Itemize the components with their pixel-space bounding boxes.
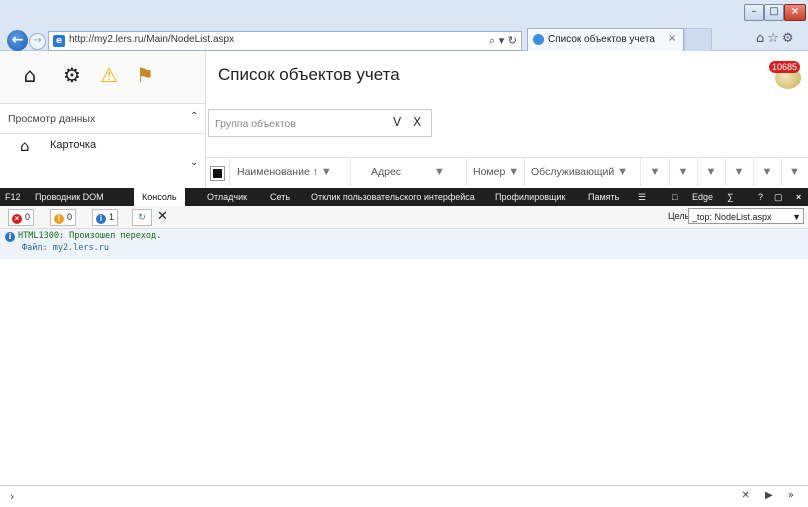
home-icon[interactable]: ⌂ xyxy=(18,63,42,87)
search-refresh-icons[interactable]: ⌕ ▾ ↻ xyxy=(489,34,517,48)
grid-header: Наименование ↑ ▼ Адрес ▼ Номер ▼ Обслужи… xyxy=(205,157,808,195)
console-message: i HTML1300: Произошел переход. Файл: my2… xyxy=(0,229,808,259)
notification-badge: 10685 xyxy=(769,61,801,73)
scroll-down-icon[interactable]: ⌄ xyxy=(190,157,198,168)
sort-asc-icon[interactable]: ↑ xyxy=(313,166,318,178)
sidebar-item-label: Карточка xyxy=(50,139,97,151)
tab-ui-responsiveness[interactable]: Отклик пользовательского интерфейса xyxy=(311,192,475,202)
home-favorites-settings-icons[interactable]: ⌂☆⚙ xyxy=(756,31,797,46)
address-bar[interactable]: e http://my2.lers.ru/Main/NodeList.aspx … xyxy=(48,31,522,51)
tab-favicon-icon xyxy=(533,34,544,45)
warning-icon[interactable]: ⚠ xyxy=(97,63,121,87)
console-input[interactable]: › ✕ ▶ » xyxy=(0,485,808,507)
column-label: Адрес xyxy=(371,166,402,178)
filter-icon[interactable]: ▼ xyxy=(669,158,698,186)
warning-icon: ! xyxy=(54,214,64,224)
column-label: Наименование xyxy=(237,166,310,178)
filter-icon[interactable]: ▼ xyxy=(697,158,726,186)
more-tabs-icon[interactable]: ☰ xyxy=(638,192,646,203)
tab-title: Список объектов учета xyxy=(548,34,655,45)
input-action-icons[interactable]: ✕ ▶ » xyxy=(741,490,800,501)
target-value: _top: NodeList.aspx xyxy=(692,212,772,222)
minimize-button[interactable]: – xyxy=(744,4,764,21)
maximize-button[interactable]: □ xyxy=(764,4,784,21)
page-favicon-icon: e xyxy=(53,35,65,47)
console-toolbar: × 0 ! 0 i1 ↻ ✕ Цель: _top: NodeList.aspx ▼ xyxy=(0,206,808,229)
browser-tab[interactable]: Список объектов учета × xyxy=(527,28,684,51)
help-icon[interactable]: ? xyxy=(758,192,763,202)
notifications[interactable]: 10685 xyxy=(769,61,803,91)
select-all-cell[interactable] xyxy=(205,158,230,186)
column-address[interactable]: Адрес ▼ xyxy=(351,158,467,186)
chevron-down-icon[interactable]: ▼ xyxy=(792,209,801,225)
message-text: HTML1300: Произошел переход. xyxy=(18,231,162,241)
message-file[interactable]: Файл: my2.lers.ru xyxy=(22,243,109,253)
group-filter-placeholder[interactable]: Группа объектов xyxy=(215,118,296,130)
filter-icon[interactable]: ▼ xyxy=(781,158,808,186)
target-select[interactable]: _top: NodeList.aspx ▼ xyxy=(688,208,804,224)
app-area: ⌂ ⚙ ⚠ ⚑ Список объектов учета 10685 Прос… xyxy=(0,51,808,195)
emulation-icon[interactable]: □ xyxy=(672,192,677,202)
map-pin-icon[interactable]: ⚑ xyxy=(133,63,157,87)
forward-button[interactable]: → xyxy=(29,33,46,50)
warnings-count: 0 xyxy=(67,212,73,222)
console-toggle-icon[interactable]: ∑ xyxy=(727,192,733,202)
document-mode[interactable]: Edge xyxy=(692,192,713,202)
filter-icon[interactable]: ▼ xyxy=(321,166,332,178)
group-dropdown-button[interactable]: V xyxy=(393,115,401,129)
page-title: Список объектов учета xyxy=(218,65,400,84)
tab-profiler[interactable]: Профилировщик xyxy=(495,192,565,202)
select-all-checkbox[interactable] xyxy=(210,166,225,181)
tab-dom-explorer[interactable]: Проводник DOM xyxy=(35,192,104,202)
scroll-up-icon[interactable]: ⌃ xyxy=(190,111,198,122)
card-icon: ⌂ xyxy=(20,137,30,155)
toolbar-icons: ⌂ ⚙ ⚠ ⚑ xyxy=(0,51,206,104)
column-name[interactable]: Наименование ↑ ▼ xyxy=(229,158,351,186)
close-window-button[interactable]: × xyxy=(784,4,806,21)
developer-tools: F12 Проводник DOM Консоль Отладчик Сеть … xyxy=(0,188,808,507)
clear-console-button[interactable]: ✕ xyxy=(157,209,168,224)
errors-count: 0 xyxy=(25,212,31,222)
info-filter[interactable]: i1 xyxy=(92,209,119,226)
group-filter[interactable]: Группа объектов V X xyxy=(208,109,432,137)
filter-icon[interactable]: ▼ xyxy=(434,166,445,178)
tab-memory[interactable]: Память xyxy=(588,192,619,202)
column-label: Обслуживающий xyxy=(531,166,615,178)
errors-filter[interactable]: × 0 xyxy=(8,209,35,226)
group-clear-button[interactable]: X xyxy=(413,115,421,129)
new-tab-button[interactable] xyxy=(684,28,712,51)
filter-icon[interactable]: ▼ xyxy=(641,158,670,186)
info-count: 1 xyxy=(109,212,115,222)
tab-close-icon[interactable]: × xyxy=(668,33,676,44)
address-url[interactable]: http://my2.lers.ru/Main/NodeList.aspx xyxy=(69,34,234,45)
column-service[interactable]: Обслуживающий ▼ xyxy=(525,158,641,186)
filter-icon[interactable]: ▼ xyxy=(725,158,754,186)
devtools-tabbar: F12 Проводник DOM Консоль Отладчик Сеть … xyxy=(0,188,808,206)
undock-icon[interactable]: ▢ xyxy=(774,192,783,203)
panel-header: Просмотр данных ⌃ xyxy=(0,103,206,134)
info-icon: i xyxy=(96,214,106,224)
error-icon: × xyxy=(12,214,22,224)
filter-icon[interactable]: ▼ xyxy=(617,166,628,178)
close-devtools-icon[interactable]: × xyxy=(796,192,801,202)
sidebar-item-card[interactable]: ⌂ Карточка ⌄ xyxy=(0,133,206,188)
browser-chrome: – □ × ← → e http://my2.lers.ru/Main/Node… xyxy=(0,0,808,51)
clear-on-navigate-icon[interactable]: ↻ xyxy=(132,209,152,226)
devtools-f12-label: F12 xyxy=(5,192,21,202)
filter-icon[interactable]: ▼ xyxy=(508,166,519,178)
column-label: Номер xyxy=(473,166,506,178)
prompt-icon: › xyxy=(10,490,15,503)
tab-debugger[interactable]: Отладчик xyxy=(207,192,247,202)
warnings-filter[interactable]: ! 0 xyxy=(50,209,77,226)
tab-console[interactable]: Консоль xyxy=(134,188,185,206)
info-icon: i xyxy=(5,232,15,242)
filter-icon[interactable]: ▼ xyxy=(753,158,782,186)
tab-network[interactable]: Сеть xyxy=(270,192,290,202)
column-number[interactable]: Номер ▼ xyxy=(467,158,525,186)
meter-icon[interactable]: ⚙ xyxy=(60,63,84,87)
panel-header-label: Просмотр данных xyxy=(8,113,96,125)
back-button[interactable]: ← xyxy=(7,30,28,51)
